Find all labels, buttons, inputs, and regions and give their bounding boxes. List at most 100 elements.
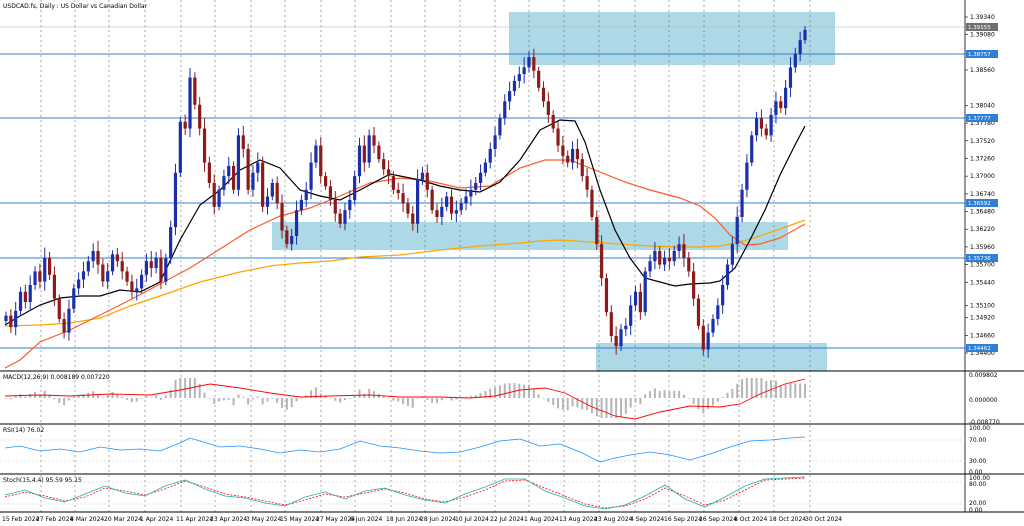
macd-bar xyxy=(745,378,748,398)
time-tick-label: 10 Jul 2024 xyxy=(455,516,489,523)
macd-bar xyxy=(387,397,390,399)
macd-bar xyxy=(232,398,235,406)
macd-bar xyxy=(455,398,458,400)
macd-bar xyxy=(440,398,443,401)
price-label-text: 1.37777 xyxy=(968,116,991,122)
candle-body xyxy=(324,176,328,187)
macd-bar xyxy=(503,383,506,398)
candle-body xyxy=(396,189,400,194)
price-tick-label: 1.38560 xyxy=(970,67,995,74)
candle-body xyxy=(173,172,178,228)
candle-body xyxy=(33,271,37,285)
candle-body xyxy=(183,121,187,129)
macd-bar xyxy=(266,398,269,402)
candle-body xyxy=(149,261,153,268)
macd-bar xyxy=(72,396,75,398)
time-tick-label: 23 Apr 2024 xyxy=(210,516,247,523)
macd-bar xyxy=(658,390,661,398)
candle-body xyxy=(110,254,115,272)
candle-body xyxy=(551,114,555,129)
macd-bar xyxy=(624,398,627,414)
candle-body xyxy=(764,128,768,136)
candle-body xyxy=(440,206,444,217)
candle-body xyxy=(130,281,134,292)
macd-bar xyxy=(276,398,279,404)
price-label-text: 1.38757 xyxy=(968,52,991,58)
candle-body xyxy=(106,271,110,282)
price-label-text: 1.39155 xyxy=(968,25,991,31)
price-tick-label: 1.35100 xyxy=(970,302,995,309)
macd-bar xyxy=(411,398,414,408)
macd-bar xyxy=(615,398,618,418)
candle-body xyxy=(527,57,531,68)
price-tick-label: 1.34660 xyxy=(970,332,995,339)
stoch-tick-20: 20.00 xyxy=(969,500,986,507)
candle-body xyxy=(435,210,439,217)
candle-body xyxy=(711,318,715,333)
macd-bar xyxy=(711,398,714,406)
candle-body xyxy=(493,135,497,149)
candle-body xyxy=(580,159,584,177)
candle-body xyxy=(207,162,211,183)
time-tick-label: 1 Aug 2024 xyxy=(524,516,559,523)
time-tick-label: 15 Feb 2024 xyxy=(2,516,40,523)
time-tick-label: 15 May 2024 xyxy=(280,516,319,523)
macd-bar xyxy=(247,398,250,405)
macd-bar xyxy=(673,390,676,398)
price-tick-label: 1.36220 xyxy=(970,226,995,233)
candle-body xyxy=(716,305,720,319)
candle-body xyxy=(290,236,294,245)
candle-body xyxy=(285,230,289,245)
macd-bar xyxy=(779,385,782,398)
macd-bar xyxy=(126,398,129,400)
candle-body xyxy=(667,257,672,262)
candle-body xyxy=(585,176,589,190)
macd-bar xyxy=(363,393,366,398)
macd-bar xyxy=(789,383,792,398)
candle-body xyxy=(464,196,468,204)
macd-bar xyxy=(581,398,584,410)
candle-body xyxy=(57,298,61,319)
candle-body xyxy=(604,278,609,313)
candle-body xyxy=(566,155,570,163)
zone-middle xyxy=(272,222,788,250)
candle-body xyxy=(740,189,744,217)
macd-bar xyxy=(557,398,560,409)
candle-body xyxy=(193,77,197,105)
candle-body xyxy=(687,257,691,272)
macd-bar xyxy=(348,398,351,399)
candle-body xyxy=(721,284,725,306)
candle-body xyxy=(619,329,623,347)
macd-bar xyxy=(300,398,303,399)
macd-bar xyxy=(397,398,400,402)
macd-bar xyxy=(571,398,574,407)
candle-body xyxy=(72,288,76,309)
time-tick-label: 26 Sep 2024 xyxy=(699,516,737,523)
price-tick-label: 1.36740 xyxy=(970,191,995,198)
price-label-text: 1.35736 xyxy=(968,256,991,262)
macd-bar xyxy=(101,397,104,399)
time-tick-label: 4 Sep 2024 xyxy=(630,516,664,523)
macd-bar xyxy=(251,398,254,400)
price-label-text: 1.34462 xyxy=(968,346,991,352)
candle-body xyxy=(798,40,802,54)
price-tick-label: 1.35960 xyxy=(970,244,995,251)
candle-body xyxy=(47,257,52,275)
macd-bar xyxy=(416,398,419,399)
candle-body xyxy=(382,159,386,170)
candle-body xyxy=(81,271,86,280)
rsi-tick-70: 70.00 xyxy=(969,437,986,444)
macd-bar xyxy=(140,398,143,399)
macd-bar xyxy=(784,384,787,398)
candle-body xyxy=(18,291,23,311)
macd-bar xyxy=(435,398,438,404)
macd-bar xyxy=(145,396,148,398)
candle-body xyxy=(600,244,604,279)
candle-body xyxy=(692,271,696,299)
macd-bar xyxy=(58,398,61,404)
candle-body xyxy=(139,274,144,289)
candle-body xyxy=(546,101,550,115)
time-tick-label: 3 May 2024 xyxy=(246,516,281,523)
candle-body xyxy=(9,315,13,328)
candle-body xyxy=(454,210,458,214)
